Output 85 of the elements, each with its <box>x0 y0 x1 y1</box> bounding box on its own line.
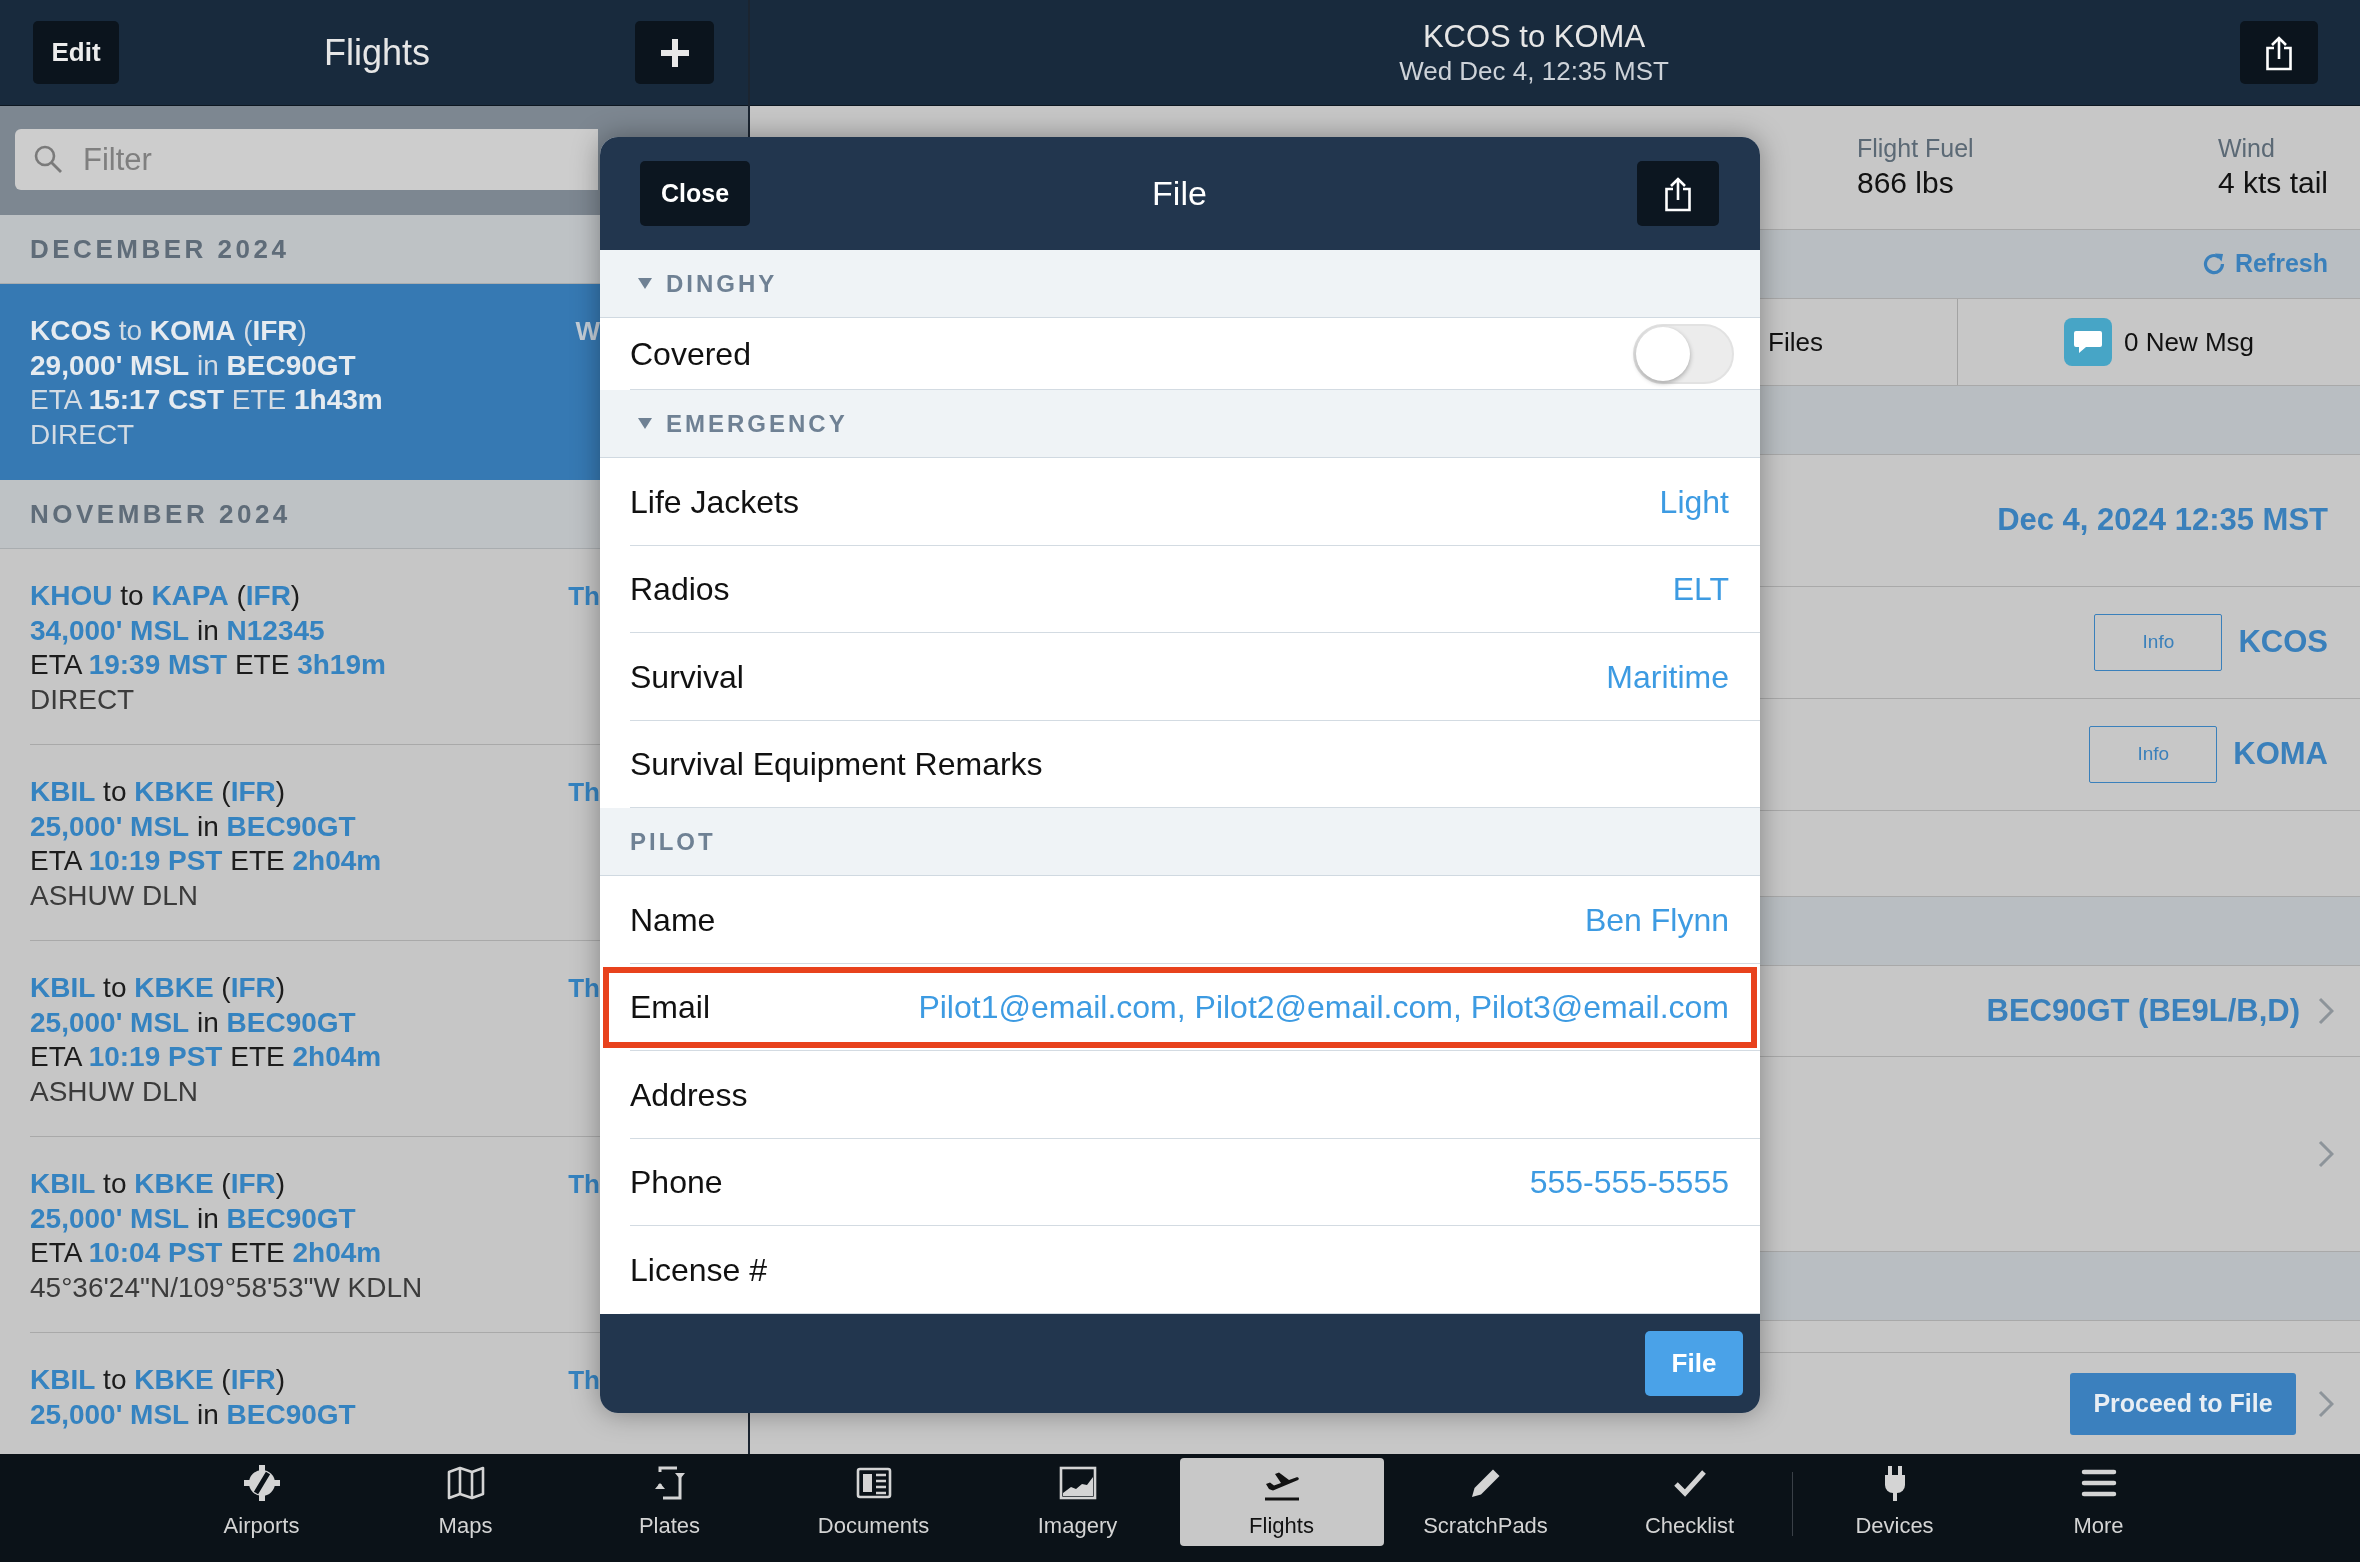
tab-bar-item[interactable]: Devices <box>1792 1458 1997 1546</box>
altitude-text: 34,000' MSL in N12345 <box>30 613 326 648</box>
section-title: PILOT <box>630 826 716 857</box>
route-text: KBIL to KBKE (IFR) <box>30 1363 287 1397</box>
field-label: Covered <box>630 335 751 374</box>
field-label: Name <box>630 900 716 940</box>
field-label: Survival Equipment Remarks <box>630 745 1043 785</box>
chevron-right-icon <box>2318 997 2334 1025</box>
eta-text: ETA 10:04 PST ETE 2h04m <box>30 1236 383 1271</box>
sidebar-title: Flights <box>324 30 430 75</box>
flight-list-item[interactable]: KCOS to KOMA (IFR) 29,000' MSL in BEC90GT ETA 15:17 CST ETE 1h43m DIRECT W <box>0 284 600 480</box>
edit-button[interactable]: Edit <box>33 21 119 84</box>
date-text: W <box>575 315 600 348</box>
proceed-button[interactable]: Proceed to File <box>2070 1372 2296 1435</box>
routing-text: ASHUW DLN <box>30 878 199 913</box>
section-header: DECEMBER 2024 <box>0 215 600 284</box>
route-text: KCOS to KOMA (IFR) <box>30 314 308 348</box>
field-label: Address <box>630 1075 748 1115</box>
field-label: Phone <box>630 1163 723 1203</box>
altitude-text: 29,000' MSL in BEC90GT <box>30 348 357 383</box>
date-text: Th <box>568 776 600 809</box>
field-label: License # <box>630 1250 767 1290</box>
tab-bar-item[interactable]: Plates <box>567 1458 772 1546</box>
date-text: Th <box>568 580 600 613</box>
tab-bar-item[interactable]: Checklist <box>1587 1458 1792 1546</box>
chevron-right-icon <box>2318 1389 2334 1418</box>
stat-value: 866 lbs <box>1856 165 1955 202</box>
eta-text: ETA 10:19 PST ETE 2h04m <box>30 1040 382 1075</box>
share-icon <box>1663 175 1693 212</box>
dialog-title: File <box>1152 173 1207 214</box>
date-text: Th <box>568 972 600 1005</box>
routing-text: ASHUW DLN <box>30 1074 199 1109</box>
eta-text: ETA 10:19 PST ETE 2h04m <box>30 844 382 879</box>
disclosure-triangle-icon <box>638 418 652 429</box>
field-label: Radios <box>630 570 730 610</box>
search-icon <box>33 144 63 174</box>
date-text: Th <box>568 1364 600 1397</box>
route-text: KHOU to KAPA (IFR) <box>30 579 302 613</box>
routing-text: DIRECT <box>30 682 136 717</box>
field-label: Email <box>630 988 710 1028</box>
flight-subtitle: Wed Dec 4, 12:35 MST <box>1399 55 1669 87</box>
field-label: Survival <box>630 657 744 697</box>
flight-title: KCOS to KOMA <box>1422 18 1646 56</box>
section-header: NOVEMBER 2024 <box>0 480 600 549</box>
field-label: Life Jackets <box>630 482 799 522</box>
share-icon <box>2264 34 2294 71</box>
route-text: KBIL to KBKE (IFR) <box>30 971 287 1005</box>
eta-text: ETA 15:17 CST ETE 1h43m <box>30 383 383 418</box>
chevron-right-icon <box>2318 1140 2334 1168</box>
altitude-text: 25,000' MSL in BEC90GT <box>30 1005 357 1040</box>
altitude-text: 25,000' MSL in BEC90GT <box>30 809 357 844</box>
stat-label: Flight Fuel <box>1856 133 1975 165</box>
section-title: EMERGENCY <box>666 408 848 439</box>
route-text: KBIL to KBKE (IFR) <box>30 775 287 809</box>
share-button[interactable] <box>2240 21 2318 84</box>
messages-button[interactable]: 0 New Msg <box>1957 299 2360 385</box>
stat-value: 4 kts tail <box>2217 165 2328 202</box>
close-button[interactable]: Close <box>640 161 750 226</box>
share-button[interactable] <box>1637 161 1719 226</box>
altitude-text: 25,000' MSL in BEC90GT <box>30 1201 357 1236</box>
tab-bar-item[interactable]: More <box>1996 1458 2201 1546</box>
tab-bar-item[interactable]: ScratchPads <box>1383 1458 1588 1546</box>
date-text: Th <box>568 1168 600 1201</box>
route-text: KBIL to KBKE (IFR) <box>30 1167 287 1201</box>
add-button[interactable] <box>635 21 714 84</box>
disclosure-triangle-icon <box>638 278 652 289</box>
stat-label: Wind <box>2217 133 2276 165</box>
routing-text: 45°36'24"N/109°58'53"W KDLN <box>30 1270 423 1305</box>
toggle-switch[interactable] <box>1633 324 1734 384</box>
routing-text: DIRECT <box>30 417 136 452</box>
files-button[interactable]: Files <box>1760 299 1957 385</box>
section-title: DINGHY <box>666 268 778 299</box>
filter-field[interactable]: Filter <box>15 129 598 190</box>
eta-text: ETA 19:39 MST ETE 3h19m <box>30 648 386 683</box>
chat-bubble-icon <box>2063 318 2112 366</box>
tab-bar-item[interactable]: Maps <box>363 1458 568 1546</box>
altitude-text: 25,000' MSL in BEC90GT <box>30 1397 356 1432</box>
tab-bar-item[interactable]: Imagery <box>975 1458 1180 1546</box>
tab-bar-item[interactable]: Airports <box>159 1458 364 1546</box>
tab-bar-item[interactable]: Documents <box>771 1458 976 1546</box>
tab-bar-item[interactable]: Flights <box>1179 1458 1384 1546</box>
plus-icon <box>658 36 691 69</box>
compass-icon <box>241 1462 282 1503</box>
airport-code: KOMA <box>2233 735 2328 774</box>
airport-code: KCOS <box>2238 623 2328 662</box>
